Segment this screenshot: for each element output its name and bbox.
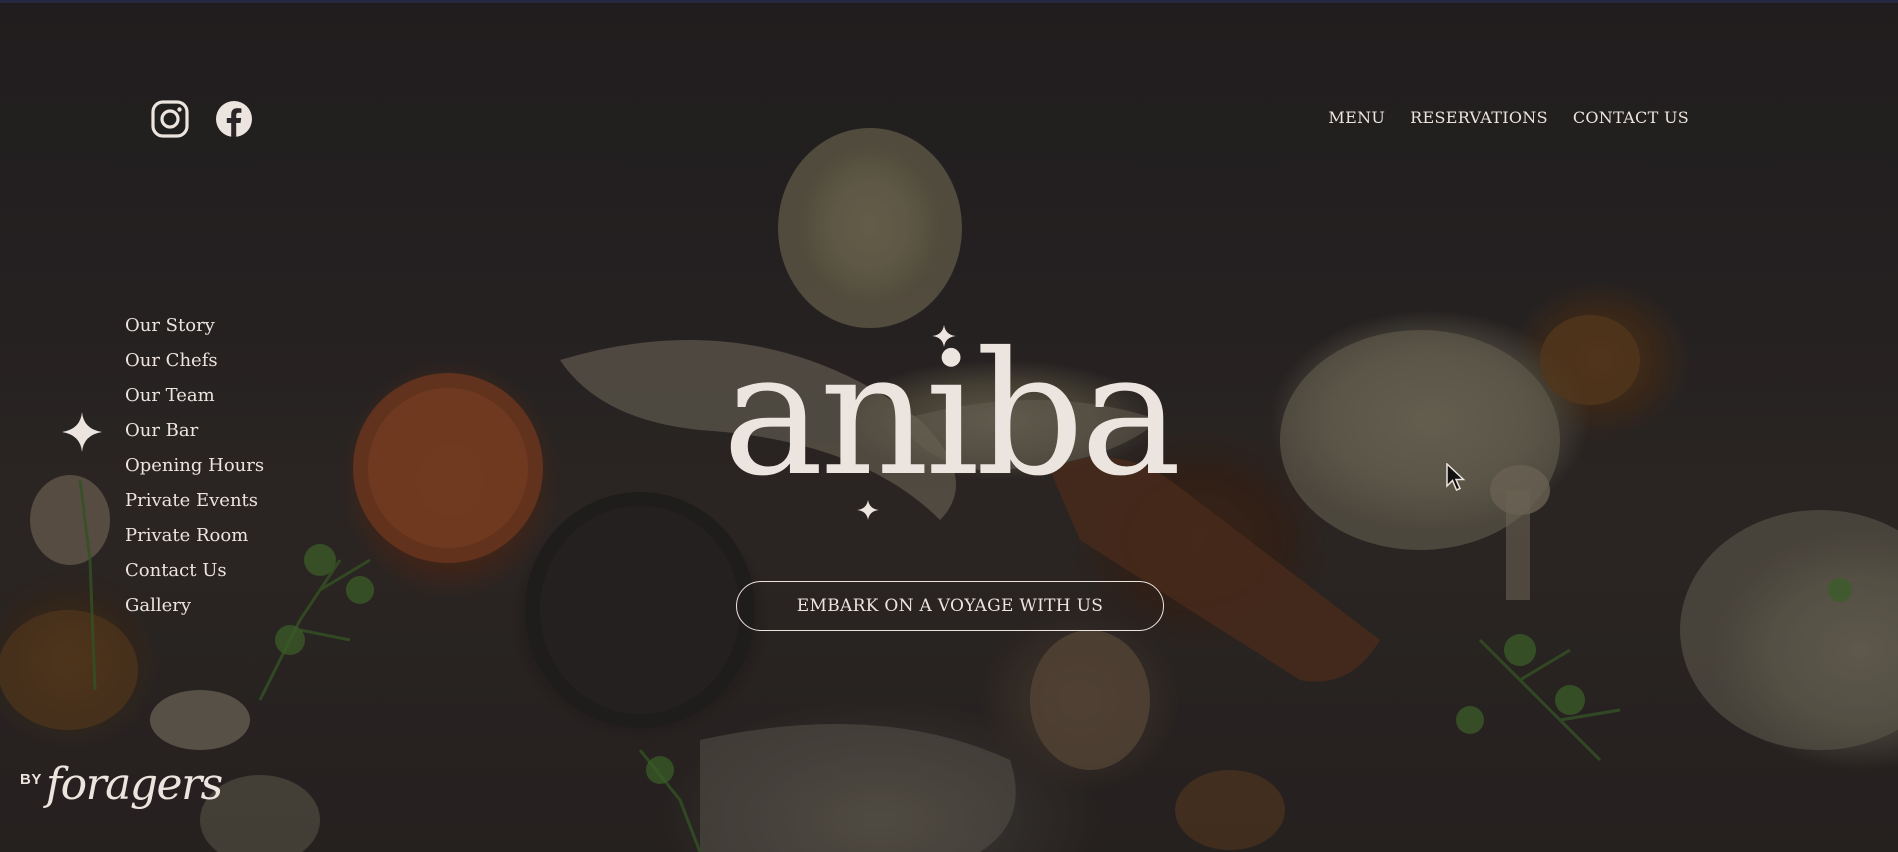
sidenav-item-our-bar[interactable]: Our Bar [125,413,264,448]
instagram-icon[interactable] [150,99,190,139]
by-foragers-logo[interactable]: BY foragers [20,759,223,810]
topnav-menu-link[interactable]: MENU [1328,108,1385,127]
active-sparkle-icon [62,412,102,452]
sidenav-item-our-story[interactable]: Our Story [125,308,264,343]
side-navigation: Our Story Our Chefs Our Team Our Bar Ope… [125,308,264,623]
sidenav-item-private-events[interactable]: Private Events [125,483,264,518]
topnav-contact-us-link[interactable]: CONTACT US [1573,108,1689,127]
sidenav-item-private-room[interactable]: Private Room [125,518,264,553]
sidenav-item-our-chefs[interactable]: Our Chefs [125,343,264,378]
logo-wordmark: aniba [722,316,1177,514]
hero-page: MENU RESERVATIONS CONTACT US Our Story O… [0,0,1898,852]
mouse-cursor-icon [1446,463,1466,491]
foragers-wordmark: foragers [45,759,223,810]
sidenav-item-gallery[interactable]: Gallery [125,588,264,623]
embark-cta-button[interactable]: EMBARK ON A VOYAGE WITH US [736,581,1164,631]
facebook-icon[interactable] [214,99,254,139]
aniba-logo: aniba [722,316,1182,520]
sidenav-item-opening-hours[interactable]: Opening Hours [125,448,264,483]
sidenav-item-our-team[interactable]: Our Team [125,378,264,413]
social-links [150,99,254,139]
top-navigation: MENU RESERVATIONS CONTACT US [1328,108,1689,127]
sidenav-item-contact-us[interactable]: Contact Us [125,553,264,588]
topnav-reservations-link[interactable]: RESERVATIONS [1410,108,1548,127]
by-label: BY [20,771,42,788]
